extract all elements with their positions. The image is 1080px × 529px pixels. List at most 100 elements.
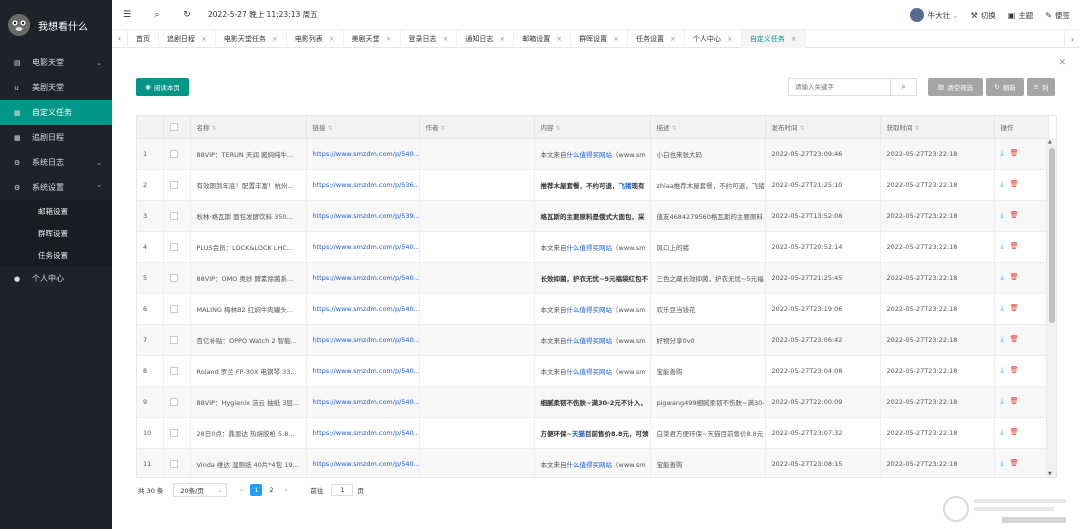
tab-item[interactable]: 任务设置 × <box>628 29 685 48</box>
row-checkbox[interactable] <box>169 428 178 437</box>
sidebar-item-custom-task[interactable]: ▦ 自定义任务 <box>0 100 112 125</box>
cell-link[interactable]: https://www.smzdm.com/p/540... <box>306 324 420 356</box>
download-icon[interactable]: ⤓ <box>1001 366 1004 374</box>
row-checkbox[interactable] <box>169 304 178 313</box>
sort-icon[interactable]: ⇅ <box>800 125 805 132</box>
sidebar-subitem-email[interactable]: 邮箱设置 <box>0 200 112 222</box>
cell-link[interactable]: https://www.smzdm.com/p/540... <box>306 231 420 263</box>
close-icon[interactable]: ✕ <box>1058 58 1066 68</box>
cell-link[interactable]: https://www.smzdm.com/p/540... <box>306 262 420 294</box>
row-checkbox-cell[interactable] <box>163 138 191 170</box>
clear-filter-button[interactable]: ▥ 清空筛选 <box>928 78 983 96</box>
tab-close-icon[interactable]: × <box>443 35 449 43</box>
tab-close-icon[interactable]: × <box>386 35 392 43</box>
link-text[interactable]: https://www.smzdm.com/p/540... <box>313 460 419 468</box>
row-checkbox-cell[interactable] <box>163 200 191 232</box>
row-checkbox[interactable] <box>169 397 178 406</box>
row-checkbox[interactable] <box>169 242 178 251</box>
row-checkbox[interactable] <box>169 366 178 375</box>
tab-close-icon[interactable]: × <box>727 35 733 43</box>
tab-item[interactable]: 群晖设置 × <box>571 29 628 48</box>
row-checkbox-cell[interactable] <box>163 169 191 201</box>
link-text[interactable]: https://www.smzdm.com/p/540... <box>313 367 419 375</box>
sidebar-item-system-settings[interactable]: ⚙ 系统设置 ⌃ <box>0 175 112 200</box>
delete-icon[interactable]: 🗑 <box>1010 366 1019 374</box>
table-row[interactable]: 6 MALING 梅林B2 红焖牛肉罐头... https://www.smzdm.… <box>137 293 1049 325</box>
prev-page-button[interactable]: ‹ <box>235 484 247 496</box>
page-number[interactable]: 1 <box>250 484 263 496</box>
link-text[interactable]: https://www.smzdm.com/p/536... <box>313 181 419 189</box>
table-row[interactable]: 7 百亿补贴：OPPO Watch 2 智能... https://www.smzd… <box>137 324 1049 356</box>
header-checkbox[interactable] <box>163 116 191 139</box>
link-text[interactable]: https://www.smzdm.com/p/540... <box>313 243 419 251</box>
sidebar-subitem-task[interactable]: 任务设置 <box>0 244 112 266</box>
goto-page-input[interactable]: 1 <box>331 484 354 496</box>
tab-close-icon[interactable]: × <box>556 35 562 43</box>
download-icon[interactable]: ⤓ <box>1001 397 1004 405</box>
tab-close-icon[interactable]: × <box>670 35 676 43</box>
cell-link[interactable]: https://www.smzdm.com/p/536... <box>306 169 420 201</box>
tab-item[interactable]: 电影列表 × <box>287 29 344 48</box>
row-checkbox-cell[interactable] <box>163 324 191 356</box>
delete-icon[interactable]: 🗑 <box>1010 397 1019 405</box>
header-content[interactable]: 内容 ⇅ <box>534 116 651 139</box>
row-checkbox[interactable] <box>169 211 178 220</box>
row-checkbox-cell[interactable] <box>163 231 191 263</box>
delete-icon[interactable]: 🗑 <box>1010 304 1019 312</box>
row-checkbox-cell[interactable] <box>163 386 191 418</box>
sort-icon[interactable]: ⇅ <box>328 125 333 132</box>
tab-item[interactable]: 登录日志 × <box>401 29 458 48</box>
delete-icon[interactable]: 🗑 <box>1010 335 1019 343</box>
page-number[interactable]: 2 <box>265 484 277 496</box>
row-checkbox-cell[interactable] <box>163 293 191 325</box>
scroll-up-icon[interactable]: ▲ <box>1048 139 1052 145</box>
link-text[interactable]: https://www.smzdm.com/p/540... <box>313 305 419 313</box>
header-author[interactable]: 作者 ⇅ <box>419 116 535 139</box>
sort-icon[interactable]: ⇅ <box>212 125 217 132</box>
tab-item[interactable]: 自定义任务 × <box>741 29 806 48</box>
tab-close-icon[interactable]: × <box>791 35 797 43</box>
row-checkbox-cell[interactable] <box>163 262 191 294</box>
tab-item[interactable]: 首页 <box>128 29 159 48</box>
download-icon[interactable]: ⤓ <box>1001 273 1004 281</box>
tab-item[interactable]: 美剧天堂 × <box>344 29 401 48</box>
row-checkbox[interactable] <box>169 459 178 468</box>
sort-icon[interactable]: ⇅ <box>915 125 920 132</box>
refresh-button[interactable]: ↻ 刷新 <box>986 78 1024 96</box>
tab-close-icon[interactable]: × <box>499 35 505 43</box>
tab-close-icon[interactable]: × <box>613 35 619 43</box>
delete-icon[interactable]: 🗑 <box>1010 211 1019 219</box>
sort-icon[interactable]: ⇅ <box>441 125 446 132</box>
row-checkbox[interactable] <box>169 149 178 158</box>
row-checkbox[interactable] <box>169 335 178 344</box>
row-checkbox-cell[interactable] <box>163 355 191 387</box>
sidebar-item-schedule[interactable]: ▦ 追剧日程 <box>0 125 112 150</box>
table-row[interactable]: 2 有效期到年底！配置丰富！杭州... https://www.smzdm.com/… <box>137 169 1049 201</box>
search-icon[interactable]: ⌕ <box>142 10 172 20</box>
cell-link[interactable]: https://www.smzdm.com/p/540... <box>306 448 420 477</box>
table-row[interactable]: 10 28日0点：鼎恩达 热熔胶枪 5.8... https://www.smzdm… <box>137 417 1049 449</box>
per-page-select[interactable]: 20条/页 ⌄ <box>173 483 228 497</box>
table-row[interactable]: 11 Vinda 维达 湿厕纸 40片*4包 19... https://www.s… <box>137 448 1049 477</box>
link-text[interactable]: https://www.smzdm.com/p/540... <box>313 398 419 406</box>
link-text[interactable]: https://www.smzdm.com/p/540... <box>313 429 419 437</box>
tab-item[interactable]: 通知日志 × <box>457 29 515 48</box>
download-icon[interactable]: ⤓ <box>1001 242 1004 250</box>
sidebar-item-us-tv[interactable]: ∪ 美剧天堂 <box>0 75 112 100</box>
tab-item[interactable]: 个人中心 × <box>685 29 742 48</box>
header-gottime[interactable]: 获取时间 ⇅ <box>880 116 995 139</box>
sidebar-item-movie-heaven[interactable]: ▤ 电影天堂 ⌄ <box>0 50 112 75</box>
tab-scroll-left-icon[interactable]: ‹ <box>112 29 128 48</box>
theme-button[interactable]: ▣ 主题 <box>1008 10 1034 21</box>
header-desc[interactable]: 描述 ⇅ <box>650 116 766 139</box>
tab-item[interactable]: 电影天堂任务 × <box>216 29 287 48</box>
table-row[interactable]: 5 88VIP：OMO 奥妙 酵素除菌系... https://www.smzdm.… <box>137 262 1049 294</box>
row-checkbox[interactable] <box>169 273 178 282</box>
header-name[interactable]: 名称 ⇅ <box>190 116 307 139</box>
download-icon[interactable]: ⤓ <box>1001 304 1004 312</box>
menu-toggle-icon[interactable]: ☰ <box>112 10 142 20</box>
next-page-button[interactable]: › <box>280 484 292 496</box>
cell-link[interactable]: https://www.smzdm.com/p/540... <box>306 293 420 325</box>
sidebar-item-system-log[interactable]: ⚙ 系统日志 ⌄ <box>0 150 112 175</box>
select-all-checkbox[interactable] <box>169 122 178 131</box>
